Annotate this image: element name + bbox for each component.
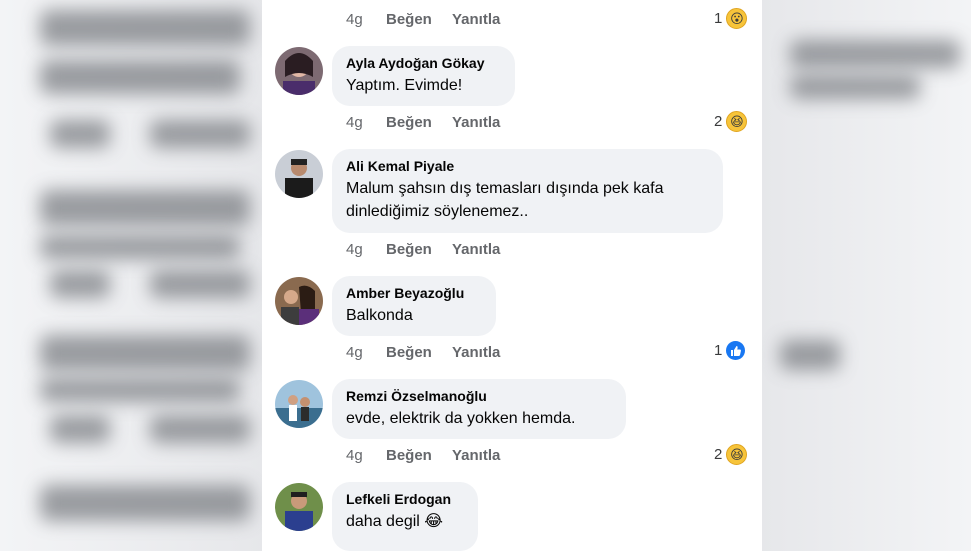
like-button[interactable]: Beğen [386, 11, 452, 28]
comment-text: evde, elektrik da yokken hemda. [346, 410, 576, 427]
reaction-count: 2 [714, 446, 723, 463]
reaction-count: 1 [714, 10, 723, 27]
commenter-name[interactable]: Lefkeli Erdogan [346, 491, 464, 507]
blur-block [40, 235, 240, 259]
like-button[interactable]: Beğen [386, 344, 452, 361]
like-button[interactable]: Beğen [386, 241, 452, 258]
blur-block [40, 60, 240, 94]
blur-block [150, 120, 250, 148]
comment-bubble: Lefkeli Erdogan daha degil 😂 [332, 482, 478, 551]
haha-emoji-icon: 😆 [726, 444, 748, 465]
reply-button[interactable]: Yanıtla [452, 114, 532, 131]
comment-text: daha degil 😂 [346, 510, 464, 533]
blur-block [780, 340, 840, 370]
reaction-count: 1 [714, 342, 723, 359]
blur-block [790, 40, 960, 68]
comment-time: 4g [346, 240, 363, 258]
comment-text: Balkonda [346, 307, 413, 324]
commenter-name[interactable]: Amber Beyazoğlu [346, 285, 482, 301]
blur-block [790, 75, 920, 99]
avatar[interactable] [275, 380, 323, 428]
comment-time: 4g [346, 446, 363, 464]
blur-block [40, 378, 240, 402]
comment-actions: 4g Beğen Yanıtla [346, 341, 532, 363]
comment-bubble: Ali Kemal Piyale Malum şahsın dış temasl… [332, 149, 723, 233]
comment-text-line: Malum şahsın dış temasları dışında pek k… [346, 180, 664, 197]
comment-text: Yaptım. Evimde! [346, 77, 463, 94]
commenter-name[interactable]: Ayla Aydoğan Gökay [346, 55, 501, 71]
comment-text-content: daha degil [346, 513, 420, 530]
avatar[interactable] [275, 483, 323, 531]
reply-button[interactable]: Yanıtla [452, 11, 532, 28]
reply-button[interactable]: Yanıtla [452, 447, 532, 464]
avatar[interactable] [275, 47, 323, 95]
comment-time: 4g [346, 10, 363, 28]
comment-actions: 4g Beğen Yanıtla [346, 111, 532, 133]
blur-block [40, 190, 250, 226]
blur-block [40, 335, 250, 371]
comment-time: 4g [346, 343, 363, 361]
comments-panel: 4g Beğen Yanıtla 1 😮 Ayla Aydoğan Gökay … [262, 0, 762, 551]
blur-block [40, 485, 250, 521]
comment-bubble: Ayla Aydoğan Gökay Yaptım. Evimde! [332, 46, 515, 106]
comment-text-line: dinlediğimiz söylenemez.. [346, 203, 529, 220]
blur-block [50, 415, 110, 443]
blur-block [50, 120, 110, 148]
comment-bubble: Remzi Özselmanoğlu evde, elektrik da yok… [332, 379, 626, 439]
blur-block [40, 10, 250, 46]
commenter-name[interactable]: Remzi Özselmanoğlu [346, 388, 612, 404]
comment-actions: 4g Beğen Yanıtla [346, 238, 532, 260]
like-button[interactable]: Beğen [386, 114, 452, 131]
blur-block [150, 415, 250, 443]
comment-actions: 4g Beğen Yanıtla [346, 8, 532, 30]
avatar[interactable] [275, 150, 323, 198]
like-button[interactable]: Beğen [386, 447, 452, 464]
comment-time: 4g [346, 113, 363, 131]
reaction-summary[interactable]: 2 😆 [714, 444, 748, 465]
reaction-summary[interactable]: 2 😆 [714, 111, 748, 132]
avatar[interactable] [275, 277, 323, 325]
blur-block [50, 270, 110, 298]
blur-block [150, 270, 250, 298]
like-icon [726, 341, 746, 360]
comment-bubble: Amber Beyazoğlu Balkonda [332, 276, 496, 336]
reaction-count: 2 [714, 113, 723, 130]
wow-emoji-icon: 😮 [726, 8, 748, 29]
reply-button[interactable]: Yanıtla [452, 241, 532, 258]
reaction-summary[interactable]: 1 😮 [714, 8, 748, 29]
reaction-summary[interactable]: 1 [714, 341, 746, 360]
comment-actions: 4g Beğen Yanıtla [346, 444, 532, 466]
tears-of-joy-emoji-icon: 😂 [424, 513, 443, 530]
commenter-name[interactable]: Ali Kemal Piyale [346, 158, 709, 174]
reply-button[interactable]: Yanıtla [452, 344, 532, 361]
haha-emoji-icon: 😆 [726, 111, 748, 132]
